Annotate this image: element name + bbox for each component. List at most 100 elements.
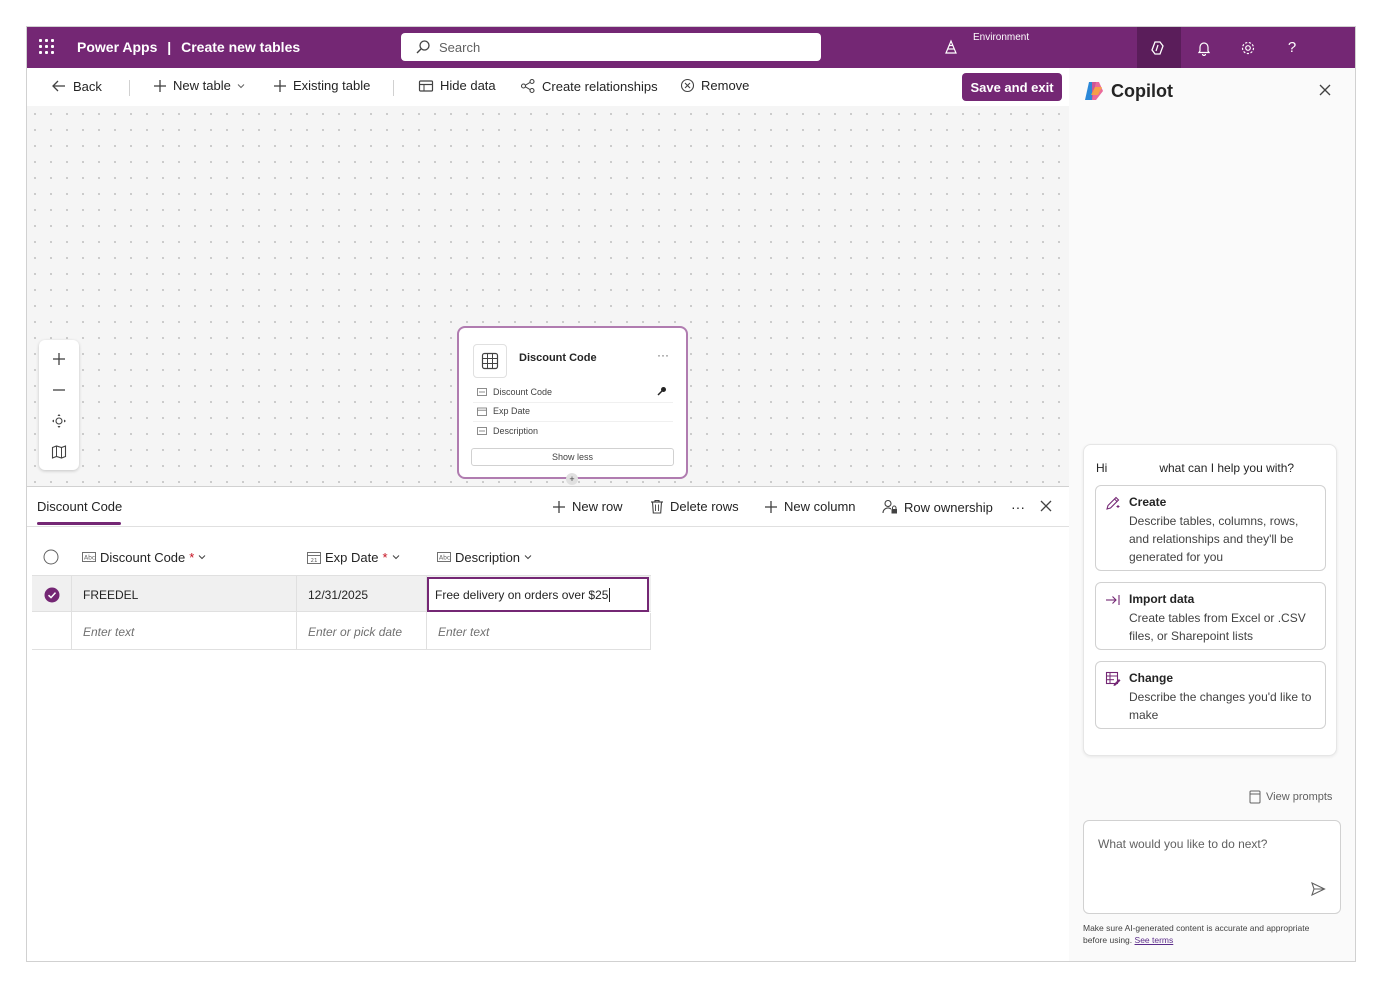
relationship-icon bbox=[520, 78, 535, 94]
chevron-down-icon bbox=[237, 83, 245, 88]
cell-exp-date[interactable]: 12/31/2025 bbox=[297, 576, 427, 613]
app-window: Power Apps | Create new tables Search En… bbox=[26, 26, 1356, 962]
description-edit-input[interactable]: Free delivery on orders over $25 bbox=[427, 577, 649, 612]
table-card-field[interactable]: Description bbox=[477, 426, 538, 436]
date-field-icon bbox=[477, 407, 487, 416]
cell-discount-code[interactable]: FREEDEL bbox=[72, 576, 297, 613]
column-header-discount-code[interactable]: Abc Discount Code * bbox=[82, 539, 206, 575]
arrow-left-icon bbox=[52, 80, 65, 92]
chevron-down-icon bbox=[524, 555, 532, 560]
bell-icon bbox=[1197, 41, 1211, 56]
table-card-title: Discount Code bbox=[519, 352, 597, 364]
create-relationships-button[interactable]: Create relationships bbox=[520, 78, 658, 94]
save-and-exit-button[interactable]: Save and exit bbox=[962, 73, 1062, 101]
app-title: Power Apps | Create new tables bbox=[77, 39, 300, 55]
minimap-button[interactable] bbox=[39, 437, 79, 467]
svg-text:Abc: Abc bbox=[84, 555, 95, 562]
cell-discount-code-placeholder[interactable]: Enter text bbox=[72, 613, 297, 650]
table-card-field-label: Description bbox=[493, 426, 539, 436]
plus-icon bbox=[154, 79, 166, 92]
see-terms-link[interactable]: See terms bbox=[1135, 935, 1174, 945]
app-name[interactable]: Power Apps bbox=[77, 39, 157, 55]
back-button[interactable]: Back bbox=[51, 78, 102, 94]
zoom-in-button[interactable] bbox=[39, 344, 79, 374]
copilot-option-change[interactable]: Change Describe the changes you'd like t… bbox=[1095, 661, 1326, 729]
more-options-button[interactable]: ··· bbox=[1011, 499, 1025, 515]
zoom-out-button[interactable] bbox=[39, 375, 79, 405]
existing-table-button[interactable]: Existing table bbox=[273, 78, 370, 93]
svg-text:21: 21 bbox=[311, 558, 318, 564]
send-icon[interactable] bbox=[1310, 881, 1326, 897]
prompts-book-icon bbox=[1249, 790, 1261, 804]
new-column-button[interactable]: New column bbox=[764, 499, 856, 514]
table-edit-icon bbox=[1105, 671, 1121, 686]
map-icon bbox=[51, 445, 67, 459]
table-card-discount-code[interactable]: Discount Code ··· Discount Code Exp Date… bbox=[457, 326, 688, 485]
option-title: Import data bbox=[1129, 592, 1195, 606]
chevron-down-icon bbox=[198, 555, 206, 560]
plus-icon bbox=[53, 353, 65, 365]
show-less-button[interactable]: Show less bbox=[471, 448, 674, 466]
row-checkbox-empty bbox=[32, 613, 72, 650]
radio-empty-icon bbox=[43, 549, 59, 565]
row-checkbox[interactable] bbox=[32, 576, 72, 613]
cell-description-placeholder[interactable]: Enter text bbox=[427, 613, 651, 650]
table-card-field[interactable]: Exp Date bbox=[477, 406, 530, 416]
app-launcher-icon[interactable] bbox=[39, 39, 55, 55]
table-card-more-button[interactable]: ··· bbox=[657, 348, 669, 362]
new-table-button[interactable]: New table bbox=[153, 78, 245, 93]
help-button[interactable]: ? bbox=[1270, 27, 1314, 68]
row-ownership-button[interactable]: Row ownership bbox=[882, 499, 993, 515]
delete-rows-button[interactable]: Delete rows bbox=[650, 499, 739, 514]
new-row-button[interactable]: New row bbox=[552, 499, 623, 514]
select-all-checkbox[interactable] bbox=[43, 539, 59, 575]
search-icon bbox=[416, 40, 430, 54]
table-view-icon bbox=[418, 79, 434, 92]
view-prompts-button[interactable]: View prompts bbox=[1249, 790, 1332, 804]
gear-icon bbox=[1241, 41, 1255, 54]
minus-icon bbox=[53, 389, 65, 391]
toolbar-divider bbox=[129, 80, 130, 96]
copilot-logo-icon bbox=[1085, 82, 1103, 100]
remove-button[interactable]: Remove bbox=[680, 78, 749, 93]
text-column-icon: Abc bbox=[437, 552, 451, 562]
settings-button[interactable] bbox=[1226, 27, 1270, 68]
table-card-field-label: Discount Code bbox=[493, 387, 553, 397]
greeting-start: Hi bbox=[1096, 461, 1108, 475]
new-table-label: New table bbox=[173, 78, 231, 93]
copilot-chat-input[interactable]: What would you like to do next? bbox=[1083, 820, 1341, 914]
table-row[interactable]: FREEDEL 12/31/2025 Free delivery on orde… bbox=[32, 575, 651, 613]
search-placeholder: Search bbox=[439, 40, 481, 55]
copilot-toggle-button[interactable] bbox=[1137, 27, 1181, 68]
active-tab-indicator bbox=[37, 522, 121, 525]
top-header: Power Apps | Create new tables Search En… bbox=[27, 27, 1355, 68]
column-header-description[interactable]: Abc Description bbox=[437, 539, 532, 575]
back-label: Back bbox=[73, 78, 102, 94]
table-card-field[interactable]: Discount Code bbox=[477, 387, 552, 397]
plus-icon bbox=[553, 500, 565, 513]
search-box[interactable]: Search bbox=[401, 33, 821, 61]
arrow-import-icon bbox=[1106, 595, 1120, 605]
close-grid-button[interactable] bbox=[1040, 500, 1052, 512]
table-row-new[interactable]: Enter text Enter or pick date Enter text bbox=[32, 613, 651, 650]
pen-sparkle-icon bbox=[1106, 496, 1120, 510]
svg-text:Abc: Abc bbox=[439, 555, 450, 562]
environment-icon[interactable] bbox=[943, 39, 959, 55]
copilot-option-import-data[interactable]: Import data Create tables from Excel or … bbox=[1095, 582, 1326, 650]
copilot-option-create[interactable]: Create Describe tables, columns, rows, a… bbox=[1095, 485, 1326, 571]
notifications-button[interactable] bbox=[1182, 27, 1226, 68]
add-relationship-handle[interactable]: + bbox=[566, 473, 578, 485]
close-icon[interactable] bbox=[1319, 84, 1331, 96]
hide-data-button[interactable]: Hide data bbox=[418, 78, 496, 93]
plus-icon bbox=[274, 79, 286, 92]
text-cursor bbox=[609, 587, 611, 602]
environment-label[interactable]: Environment bbox=[973, 32, 1029, 43]
description-edit-value: Free delivery on orders over $25 bbox=[435, 587, 609, 602]
diagram-canvas[interactable]: Discount Code ··· Discount Code Exp Date… bbox=[27, 106, 1069, 486]
column-header-exp-date[interactable]: 21 Exp Date * bbox=[307, 539, 400, 575]
fit-view-button[interactable] bbox=[39, 406, 79, 436]
tab-discount-code[interactable]: Discount Code bbox=[37, 499, 122, 514]
option-description: Describe tables, columns, rows, and rela… bbox=[1129, 514, 1299, 564]
toolbar-divider bbox=[393, 80, 394, 96]
cell-exp-date-placeholder[interactable]: Enter or pick date bbox=[297, 613, 427, 650]
